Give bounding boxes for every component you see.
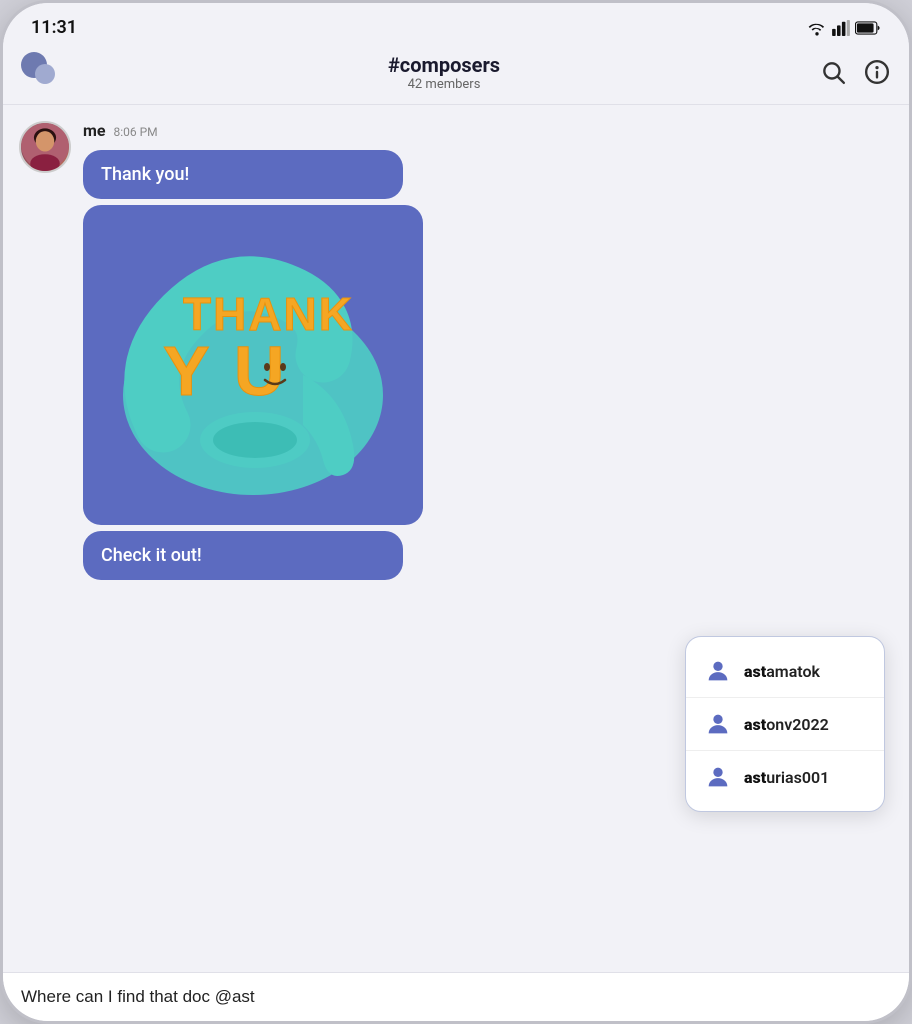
phone-frame: 11:31 xyxy=(0,0,912,1024)
autocomplete-username-1: astamatok xyxy=(744,662,820,681)
svg-text:Y U: Y U xyxy=(163,332,287,410)
user-icon-3 xyxy=(704,763,732,791)
sticker-content: THANK Y U xyxy=(95,217,411,513)
chat-area: me 8:06 PM Thank you! xyxy=(3,105,909,972)
autocomplete-username-3: asturias001 xyxy=(744,768,829,787)
text-bubble-1: Thank you! xyxy=(83,150,403,199)
sender-name: me xyxy=(83,121,106,140)
input-bar xyxy=(3,972,909,1021)
sticker-bubble: THANK Y U xyxy=(83,205,423,525)
chat-header: #composers 42 members xyxy=(3,44,909,105)
battery-icon xyxy=(855,21,881,35)
status-time: 11:31 xyxy=(31,17,77,38)
autocomplete-username-2: astonv2022 xyxy=(744,715,829,734)
user-icon-1 xyxy=(704,657,732,685)
autocomplete-item-1[interactable]: astamatok xyxy=(686,645,884,698)
signal-icon xyxy=(832,20,850,36)
user-icon-2 xyxy=(704,710,732,738)
group-icon xyxy=(21,52,69,92)
messages-container: me 8:06 PM Thank you! xyxy=(83,121,893,580)
header-back-area[interactable] xyxy=(21,52,69,92)
autocomplete-item-3[interactable]: asturias001 xyxy=(686,751,884,803)
header-center: #composers 42 members xyxy=(69,53,819,92)
wifi-icon xyxy=(807,20,827,36)
search-button[interactable] xyxy=(819,58,847,86)
status-icons xyxy=(807,20,881,36)
channel-name: #composers xyxy=(69,53,819,77)
autocomplete-item-2[interactable]: astonv2022 xyxy=(686,698,884,751)
message-group: me 8:06 PM Thank you! xyxy=(19,121,893,580)
message-input[interactable] xyxy=(21,987,891,1007)
sender-line: me 8:06 PM xyxy=(83,121,893,140)
info-button[interactable] xyxy=(863,58,891,86)
text-bubble-2: Check it out! xyxy=(83,531,403,580)
status-bar: 11:31 xyxy=(3,3,909,44)
header-right xyxy=(819,58,891,86)
channel-members: 42 members xyxy=(69,77,819,92)
message-time: 8:06 PM xyxy=(114,125,158,139)
user-avatar xyxy=(19,121,71,173)
autocomplete-popup: astamatok astonv2022 asturias001 xyxy=(685,636,885,812)
